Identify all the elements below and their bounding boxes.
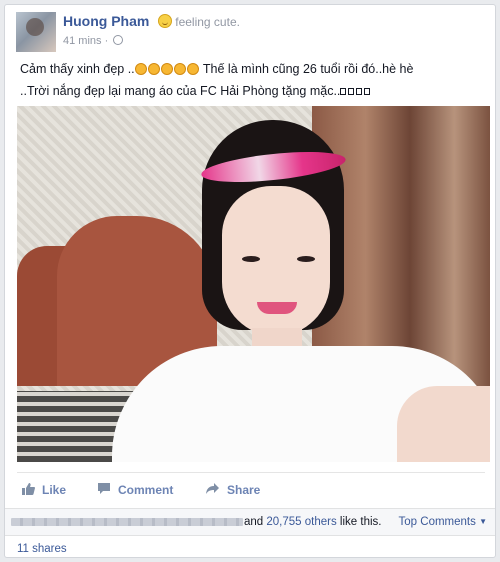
share-button[interactable]: Share (205, 482, 260, 498)
post-text-line-2: ..Trời nắng đẹp lại mang áo của FC Hải P… (20, 80, 490, 102)
likes-suffix: like this. (336, 516, 382, 528)
smiley-emoji-icon (173, 63, 186, 75)
missing-glyph-box (340, 88, 347, 95)
top-comments-label: Top Comments (398, 516, 476, 528)
comment-button[interactable]: Comment (97, 482, 173, 498)
chevron-down-icon: ▼ (479, 517, 487, 526)
smiley-emoji-icon (147, 63, 160, 75)
meta-separator: · (101, 35, 112, 47)
missing-glyph-box (364, 88, 371, 95)
share-arrow-icon (205, 482, 220, 498)
feeling-text: feeling cute. (175, 15, 240, 29)
comment-bubble-icon (97, 482, 111, 498)
public-globe-icon[interactable] (113, 35, 124, 45)
post-actions: Like Comment Share (17, 477, 485, 505)
likes-prefix: and (244, 516, 267, 528)
likes-summary: and 20,755 others like this. (244, 516, 381, 528)
unrendered-glyphs (340, 84, 372, 98)
likes-bar: and 20,755 others like this. Top Comment… (5, 508, 495, 536)
actions-divider (17, 472, 485, 473)
avatar[interactable] (16, 12, 56, 52)
photo-eye-right (297, 256, 315, 262)
smiley-emoji-icon (186, 63, 199, 75)
post-text-line-1: Cảm thấy xinh đẹp .. Thế là mình cũng 26… (20, 58, 490, 80)
thumbs-up-icon (21, 482, 35, 498)
feeling-cute-icon (158, 14, 173, 28)
comment-label: Comment (118, 483, 174, 497)
smiley-emoji-icon (134, 63, 147, 75)
post-text-part-2: Thế là mình cũng 26 tuổi rồi đó..hè hè (199, 62, 414, 76)
share-label: Share (227, 483, 261, 497)
photo-arm (397, 386, 490, 462)
missing-glyph-box (356, 88, 363, 95)
post-meta: 41 mins · (63, 35, 124, 47)
emoji-run (134, 62, 200, 76)
post-text: Cảm thấy xinh đẹp .. Thế là mình cũng 26… (20, 58, 490, 102)
post-card: Huong Pham feeling cute. 41 mins · Cảm t… (4, 4, 496, 558)
likes-count-link[interactable]: 20,755 others (266, 516, 336, 528)
post-photo[interactable] (17, 106, 490, 462)
like-button[interactable]: Like (21, 482, 66, 498)
post-timestamp[interactable]: 41 mins (63, 35, 102, 47)
post-text-line-2-text: ..Trời nắng đẹp lại mang áo của FC Hải P… (20, 84, 341, 98)
photo-lips (257, 302, 297, 314)
post-text-part-1: Cảm thấy xinh đẹp .. (20, 62, 135, 76)
smiley-emoji-icon (160, 63, 173, 75)
photo-eye-left (242, 256, 260, 262)
like-label: Like (42, 483, 67, 497)
author-name[interactable]: Huong Pham (63, 13, 149, 29)
missing-glyph-box (348, 88, 355, 95)
top-comments-dropdown[interactable]: Top Comments ▼ (399, 516, 487, 528)
post-header: Huong Pham feeling cute. (63, 13, 240, 29)
shares-link[interactable]: 11 shares (17, 543, 67, 555)
blurred-liker-names (11, 518, 243, 526)
